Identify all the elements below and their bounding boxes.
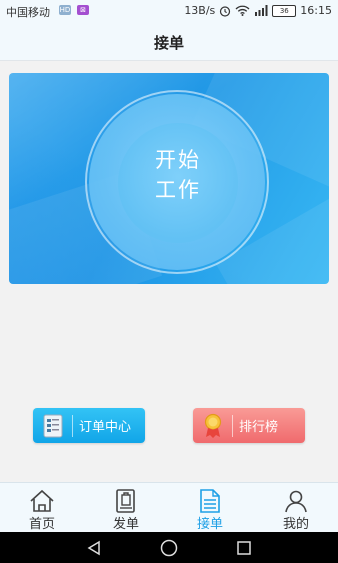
home-circle-icon[interactable] <box>160 539 178 557</box>
order-list-icon <box>40 413 66 439</box>
back-icon[interactable] <box>86 540 102 556</box>
nav-profile[interactable]: 我的 <box>254 483 338 533</box>
hd-icon: HD <box>59 5 71 15</box>
divider <box>72 414 73 437</box>
nav-receive-label: 接单 <box>196 517 223 532</box>
carrier-name: 中国移动 <box>6 6 50 19</box>
publish-icon <box>116 489 135 513</box>
start-work-line2: 工作 <box>155 178 201 202</box>
ranking-button[interactable]: 排行榜 <box>193 408 305 443</box>
start-work-line1: 开始 <box>155 148 201 172</box>
nav-home-label: 首页 <box>28 517 55 532</box>
network-speed: 13B/s <box>184 4 216 17</box>
ranking-label: 排行榜 <box>239 420 279 435</box>
nav-home[interactable]: 首页 <box>0 483 84 533</box>
status-bar: 中国移动 HD ⊠ 13B/s 36 16:15 <box>0 0 338 22</box>
bottom-nav: 首页 发单 接单 我的 <box>0 482 338 533</box>
start-work-banner: 开始 工作 <box>9 73 329 284</box>
home-icon <box>30 489 54 512</box>
nav-profile-label: 我的 <box>282 517 309 532</box>
app-notification-icon: ⊠ <box>77 5 89 15</box>
page-header: 接单 <box>0 22 338 61</box>
start-work-label: 开始 工作 <box>118 145 238 205</box>
receive-icon <box>200 489 220 513</box>
nav-publish-label: 发单 <box>112 517 139 532</box>
order-center-label: 订单中心 <box>79 420 132 435</box>
status-right: 13B/s 36 16:15 <box>184 4 332 17</box>
clock: 16:15 <box>300 4 332 17</box>
recent-apps-icon[interactable] <box>236 540 252 556</box>
system-nav-bar <box>0 532 338 563</box>
page-title: 接单 <box>153 34 184 52</box>
profile-icon <box>285 490 307 513</box>
signal-icon <box>255 5 268 16</box>
nav-publish[interactable]: 发单 <box>84 483 168 533</box>
alarm-icon <box>220 5 231 17</box>
battery-icon: 36 <box>272 4 297 17</box>
wifi-icon <box>235 5 250 16</box>
nav-receive[interactable]: 接单 <box>168 483 252 533</box>
medal-icon <box>200 413 226 439</box>
order-center-button[interactable]: 订单中心 <box>33 408 145 443</box>
divider <box>232 414 233 437</box>
